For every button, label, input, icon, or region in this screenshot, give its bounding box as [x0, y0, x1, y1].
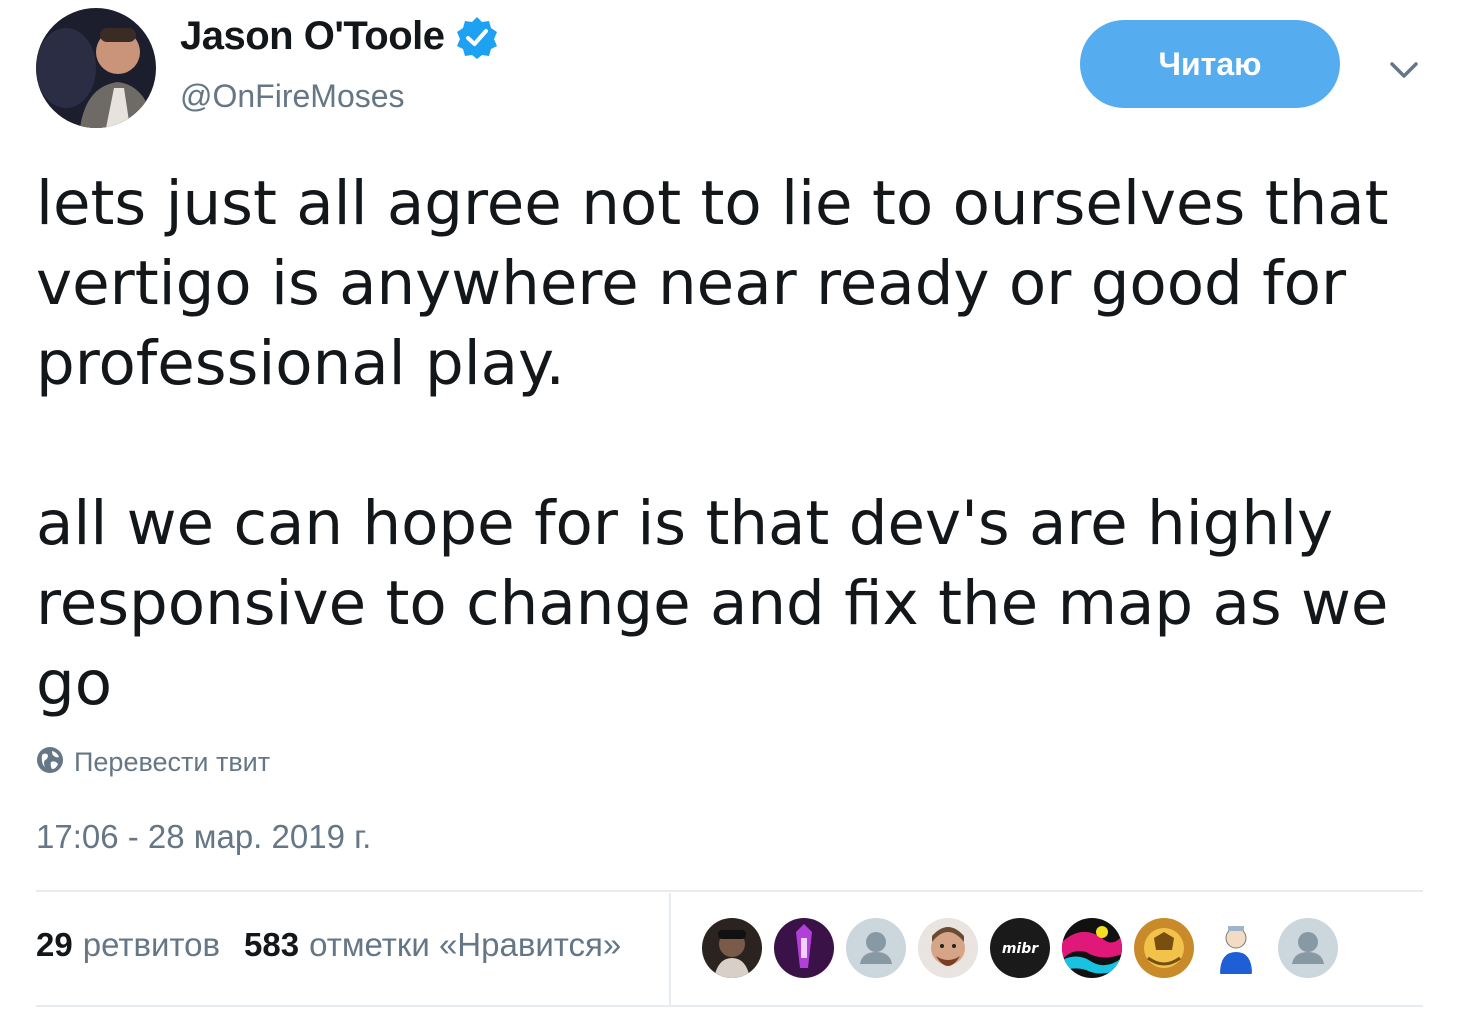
tweet-stats: 29 ретвитов 583 отметки «Нравится» — [36, 926, 645, 964]
like-count: 583 — [244, 926, 300, 963]
divider — [36, 890, 1423, 892]
likes-stat[interactable]: 583 отметки «Нравится» — [244, 926, 621, 964]
globe-icon — [36, 746, 64, 779]
author-name[interactable]: Jason O'Toole — [180, 14, 499, 59]
divider — [669, 893, 671, 1005]
following-button[interactable]: Читаю — [1080, 20, 1340, 108]
retweet-label: ретвитов — [82, 926, 221, 963]
tweet-paragraph-2: all we can hope for is that dev's are hi… — [36, 488, 1389, 719]
verified-badge-icon — [455, 15, 499, 59]
author-handle[interactable]: @OnFireMoses — [180, 78, 405, 115]
like-label: отметки «Нравится» — [309, 926, 622, 963]
mibr-logo-avatar[interactable]: mibr — [990, 918, 1050, 978]
tweet-timestamp[interactable]: 17:06 - 28 мар. 2019 г. — [36, 818, 371, 856]
default-avatar-icon[interactable] — [1278, 918, 1338, 978]
likers-list: mibr — [702, 918, 1350, 978]
default-avatar-icon[interactable] — [846, 918, 906, 978]
mibr-logo-text: mibr — [1002, 941, 1039, 957]
translate-label[interactable]: Перевести твит — [74, 747, 270, 778]
liker-avatar[interactable] — [1062, 918, 1122, 978]
tweet-paragraph-1: lets just all agree not to lie to oursel… — [36, 168, 1389, 399]
liker-avatar[interactable] — [1206, 918, 1266, 978]
liker-avatar[interactable] — [774, 918, 834, 978]
translate-tweet-link[interactable]: Перевести твит — [36, 746, 270, 779]
retweet-count: 29 — [36, 926, 73, 963]
liker-avatar[interactable] — [1134, 918, 1194, 978]
liker-avatar[interactable] — [918, 918, 978, 978]
divider — [36, 1005, 1423, 1007]
author-avatar[interactable] — [36, 8, 156, 128]
liker-avatar[interactable] — [702, 918, 762, 978]
tweet-text: lets just all agree not to lie to oursel… — [36, 164, 1426, 724]
author-display-name[interactable]: Jason O'Toole — [180, 14, 445, 59]
chevron-down-icon[interactable] — [1384, 50, 1424, 90]
retweets-stat[interactable]: 29 ретвитов — [36, 926, 220, 964]
